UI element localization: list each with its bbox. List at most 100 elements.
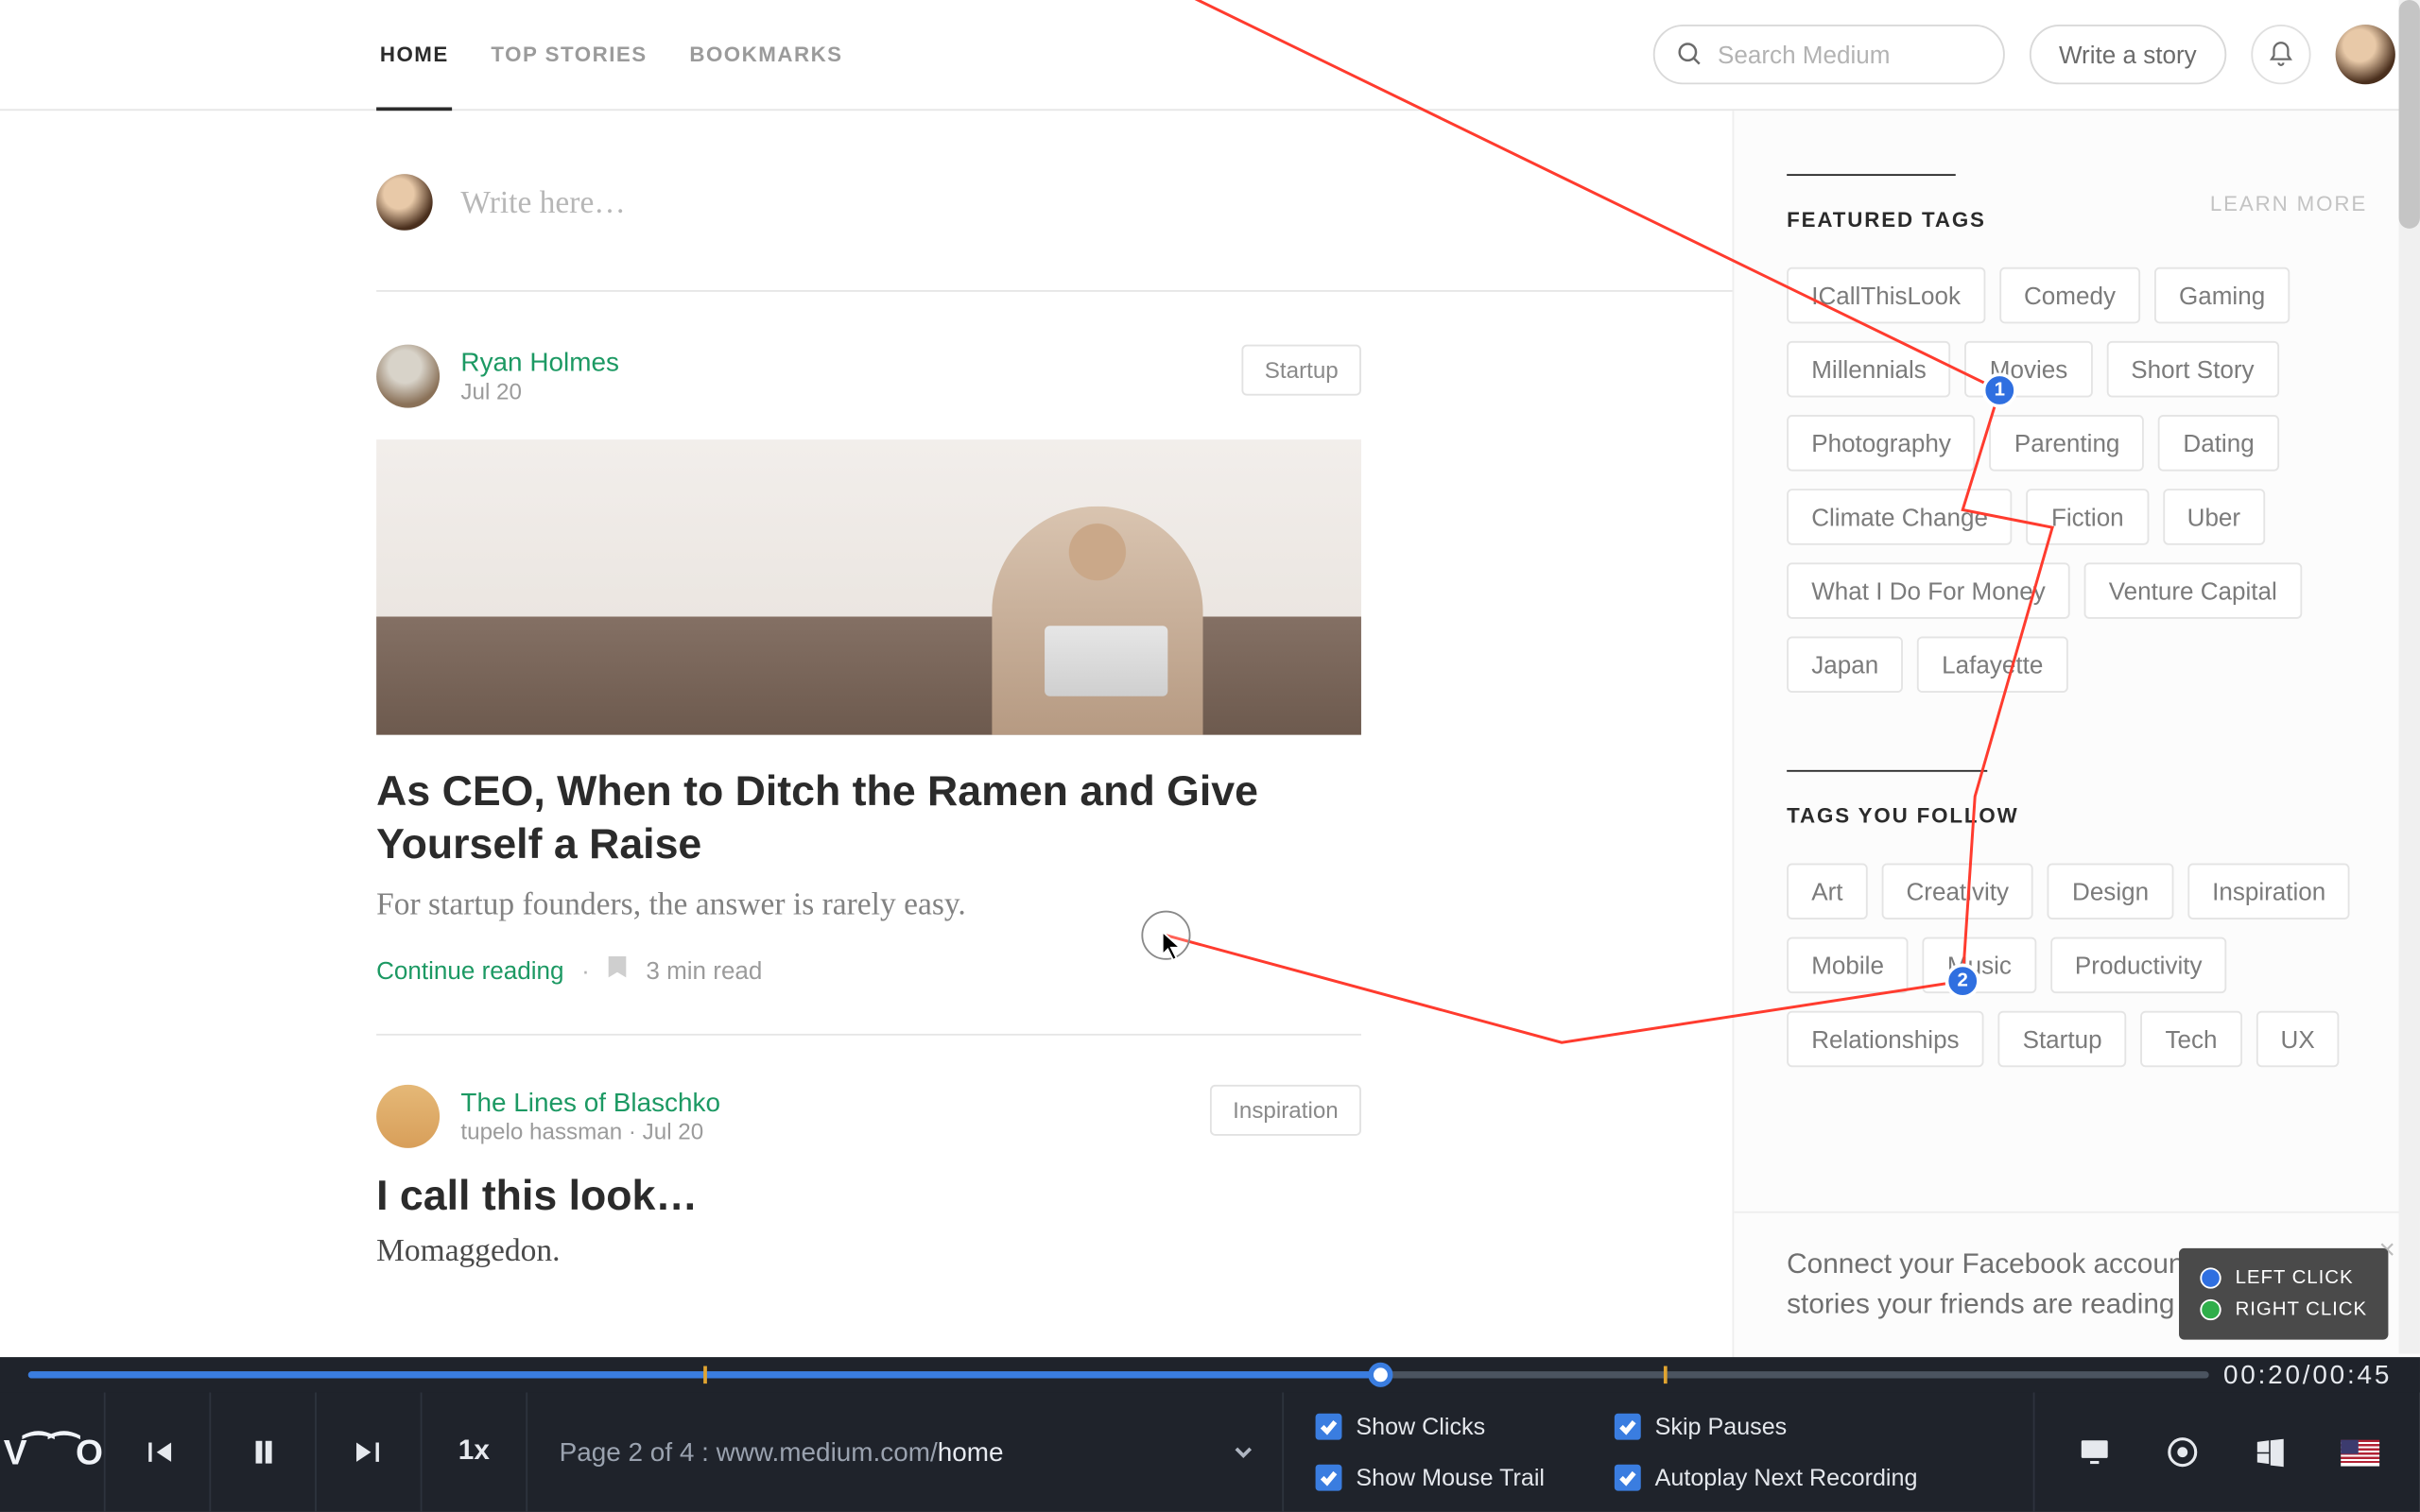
prev-button[interactable] [106, 1392, 212, 1512]
post-tag-chip[interactable]: Inspiration [1210, 1085, 1361, 1136]
pause-icon [244, 1433, 283, 1471]
tag-venture-capital[interactable]: Venture Capital [2084, 562, 2302, 619]
tag-dating[interactable]: Dating [2158, 415, 2278, 472]
legend-right-label: RIGHT CLICK [2236, 1299, 2368, 1320]
skip-next-icon [349, 1433, 388, 1471]
bell-icon [2267, 41, 2295, 69]
click-legend: LEFT CLICK RIGHT CLICK [2179, 1248, 2388, 1340]
scrollbar-thumb[interactable] [2399, 0, 2420, 229]
tag-what-i-do-for-money[interactable]: What I Do For Money [1787, 562, 2070, 619]
tag-short-story[interactable]: Short Story [2106, 341, 2278, 398]
tag-climate-change[interactable]: Climate Change [1787, 489, 2013, 545]
compose-avatar [376, 174, 433, 231]
tag-photography[interactable]: Photography [1787, 415, 1976, 472]
page-scrollbar[interactable] [2399, 0, 2420, 1354]
follow-tags-cloud: ArtCreativityDesignInspirationMobileMusi… [1787, 863, 2367, 1067]
learn-more-link[interactable]: LEARN MORE [2210, 191, 2367, 215]
opt-show-clicks[interactable]: Show Clicks [1316, 1406, 1615, 1447]
nav-tab-top-stories[interactable]: TOP STORIES [488, 0, 651, 109]
continue-reading-link[interactable]: Continue reading [376, 955, 563, 984]
tag-startup[interactable]: Startup [1998, 1011, 2127, 1068]
author-name[interactable]: The Lines of Blaschko [460, 1089, 720, 1119]
pause-button[interactable] [211, 1392, 317, 1512]
notifications-button[interactable] [2251, 25, 2310, 84]
chevron-down-icon [1233, 1442, 1253, 1463]
search-icon [1675, 41, 1703, 69]
tag-fiction[interactable]: Fiction [2027, 489, 2149, 545]
nav-tab-bookmarks[interactable]: BOOKMARKS [686, 0, 847, 109]
tag-relationships[interactable]: Relationships [1787, 1011, 1983, 1068]
author-avatar[interactable] [376, 1085, 440, 1148]
tag-tech[interactable]: Tech [2140, 1011, 2241, 1068]
opt-skip-pauses[interactable]: Skip Pauses [1615, 1406, 2001, 1447]
tag-lafayette[interactable]: Lafayette [1917, 636, 2067, 693]
tag-comedy[interactable]: Comedy [1999, 267, 2140, 324]
author-avatar[interactable] [376, 345, 440, 408]
post-subtitle: Momaggedon. [376, 1232, 1361, 1269]
tag-inspiration[interactable]: Inspiration [2187, 863, 2350, 919]
right-click-dot [2200, 1299, 2221, 1320]
chrome-icon [2165, 1435, 2200, 1469]
user-avatar[interactable] [2336, 25, 2395, 84]
sidebar: FEATURED TAGS LEARN MORE ICallThisLookCo… [1732, 111, 2419, 1357]
tag-japan[interactable]: Japan [1787, 636, 1903, 693]
vwo-logo[interactable]: V⁀⁀O [0, 1392, 106, 1512]
opt-show-trail[interactable]: Show Mouse Trail [1316, 1457, 1615, 1498]
author-name[interactable]: Ryan Holmes [460, 348, 618, 378]
tags-you-follow-heading: TAGS YOU FOLLOW [1787, 803, 2367, 828]
separator-dot: · [581, 955, 590, 984]
tag-uber[interactable]: Uber [2163, 489, 2266, 545]
next-button[interactable] [317, 1392, 423, 1512]
tag-design[interactable]: Design [2048, 863, 2173, 919]
search-input[interactable]: Search Medium [1652, 25, 2004, 84]
tag-parenting[interactable]: Parenting [1990, 415, 2145, 472]
opt-autoplay[interactable]: Autoplay Next Recording [1615, 1457, 2001, 1498]
read-time: 3 min read [646, 955, 762, 984]
skip-previous-icon [138, 1433, 177, 1471]
post-excerpt: For startup founders, the answer is rare… [376, 886, 1361, 923]
tag-ux[interactable]: UX [2256, 1011, 2339, 1068]
featured-tags-cloud: ICallThisLookComedyGamingMillennialsMovi… [1787, 267, 2367, 693]
compose-row[interactable]: Write here… [376, 174, 1732, 292]
post-tag-chip[interactable]: Startup [1242, 345, 1361, 396]
speed-button[interactable]: 1x [422, 1392, 527, 1512]
timeline-knob[interactable] [1368, 1363, 1392, 1387]
post-date: Jul 20 [460, 378, 618, 404]
legend-left-label: LEFT CLICK [2236, 1267, 2354, 1288]
top-nav: HOME TOP STORIES BOOKMARKS Search Medium… [0, 0, 2420, 111]
feed-column: Write here… Ryan Holmes Jul 20 Startup [0, 111, 1732, 1357]
tag-productivity[interactable]: Productivity [2050, 937, 2227, 994]
post-title[interactable]: As CEO, When to Ditch the Ramen and Give… [376, 766, 1361, 872]
tag-creativity[interactable]: Creativity [1881, 863, 2033, 919]
write-story-button[interactable]: Write a story [2029, 25, 2226, 84]
page-selector[interactable]: Page 2 of 4 : www.medium.com/home [527, 1392, 1284, 1512]
compose-placeholder: Write here… [460, 183, 625, 220]
post-card: Ryan Holmes Jul 20 Startup As CEO, When … [376, 345, 1361, 1036]
time-display: 00:20/00:45 [2223, 1361, 2392, 1391]
flag-us-icon [2341, 1439, 2379, 1466]
post-card: The Lines of Blaschko tupelo hassman · J… [376, 1085, 1361, 1318]
timeline-tick [1664, 1366, 1668, 1384]
post-title[interactable]: I call this look… [376, 1173, 1361, 1222]
click-marker: 1 [1982, 372, 2017, 407]
search-placeholder: Search Medium [1718, 41, 1890, 69]
post-hero-image[interactable] [376, 439, 1361, 735]
windows-icon [2253, 1435, 2288, 1469]
bookmark-icon[interactable] [607, 954, 628, 985]
tag-millennials[interactable]: Millennials [1787, 341, 1951, 398]
tag-art[interactable]: Art [1787, 863, 1867, 919]
timeline[interactable]: 00:20/00:45 [0, 1357, 2420, 1392]
system-info-icons: ••• [2034, 1392, 2420, 1512]
player-options: Show Clicks Skip Pauses Show Mouse Trail… [1284, 1392, 2034, 1512]
cursor-arrow-icon [1161, 930, 1185, 961]
tag-mobile[interactable]: Mobile [1787, 937, 1909, 994]
left-click-dot [2200, 1267, 2221, 1288]
timeline-tick [704, 1366, 708, 1384]
post-byline: tupelo hassman · Jul 20 [460, 1118, 720, 1144]
page-label-segment: home [938, 1437, 1004, 1468]
tag-icallthislook[interactable]: ICallThisLook [1787, 267, 1985, 324]
nav-tabs: HOME TOP STORIES BOOKMARKS [376, 0, 846, 109]
tag-gaming[interactable]: Gaming [2154, 267, 2290, 324]
nav-tab-home[interactable]: HOME [376, 0, 452, 109]
time-current: 00:20 [2223, 1361, 2303, 1391]
